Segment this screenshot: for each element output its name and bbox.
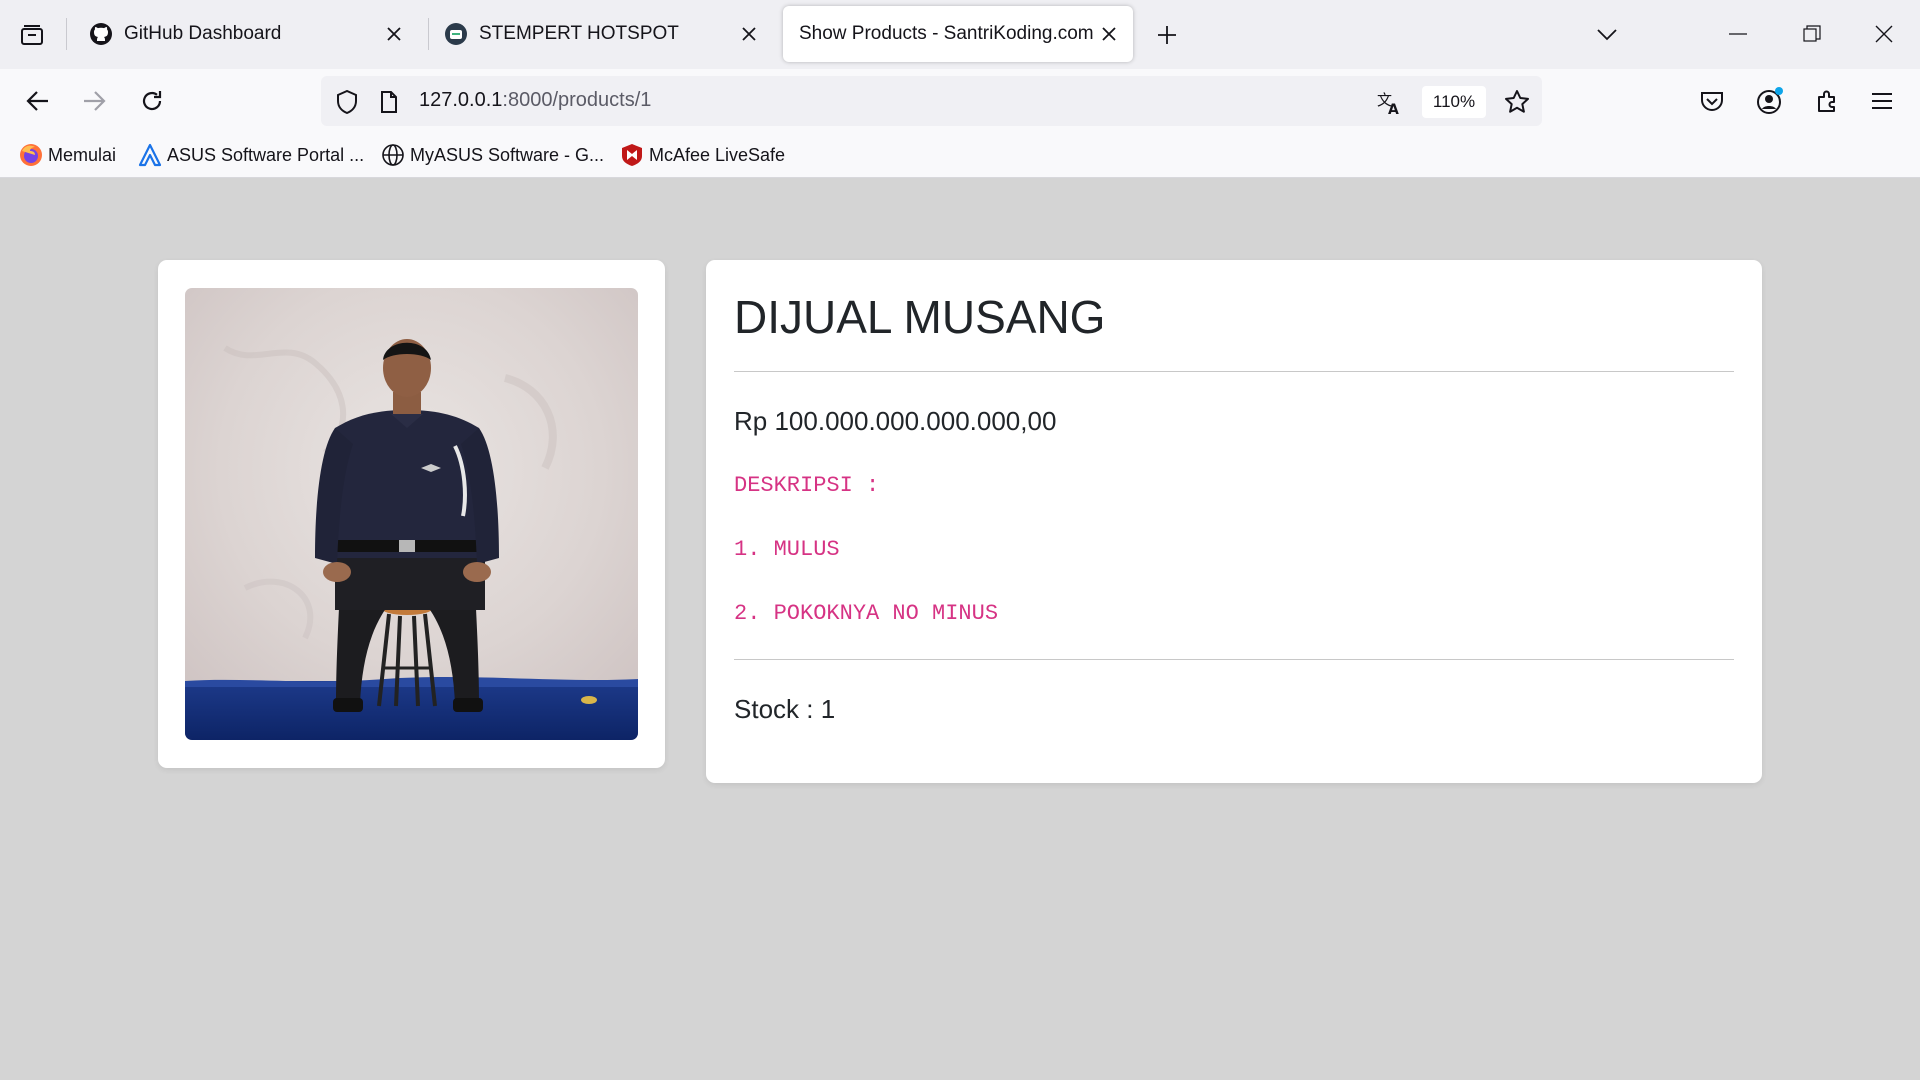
tab-strip: GitHub Dashboard STEMPERT HOTSPOT Show P… xyxy=(0,0,1920,69)
tab-separator xyxy=(66,18,67,50)
tab-stempert-hotspot[interactable]: STEMPERT HOTSPOT xyxy=(433,6,773,62)
product-photo xyxy=(185,288,638,740)
reload-icon[interactable] xyxy=(132,81,172,121)
tab-title: Show Products - SantriKoding.com xyxy=(799,23,1094,44)
svg-text:A: A xyxy=(1388,102,1399,115)
mcafee-icon xyxy=(619,142,645,168)
page-icon[interactable] xyxy=(376,89,402,115)
description-heading: DESKRIPSI : xyxy=(734,473,880,498)
account-icon[interactable] xyxy=(1750,81,1790,121)
bookmark-asus-software-portal[interactable]: ASUS Software Portal ... xyxy=(137,141,364,169)
bookmark-mcafee-livesafe[interactable]: McAfee LiveSafe xyxy=(619,141,785,169)
bookmark-memulai[interactable]: Memulai xyxy=(18,141,116,169)
close-tab-icon[interactable] xyxy=(1097,22,1121,46)
description-line: 1. MULUS xyxy=(734,537,840,562)
github-icon xyxy=(88,21,114,47)
product-stock: Stock : 1 xyxy=(734,694,836,724)
zoom-level-badge[interactable]: 110% xyxy=(1422,86,1486,118)
close-window-icon[interactable] xyxy=(1864,14,1904,54)
bookmark-myasus-software[interactable]: MyASUS Software - G... xyxy=(380,141,604,169)
hotspot-icon xyxy=(443,21,469,47)
description-line: 2. POKOKNYA NO MINUS xyxy=(734,601,999,626)
divider xyxy=(734,371,1734,372)
product-detail-card: DIJUAL MUSANG Rp 100.000.000.000.000,00 … xyxy=(706,260,1762,783)
bookmark-label: McAfee LiveSafe xyxy=(649,144,786,165)
restore-icon[interactable] xyxy=(1792,14,1832,54)
tab-title: STEMPERT HOTSPOT xyxy=(479,23,679,44)
bookmark-label: ASUS Software Portal ... xyxy=(167,144,365,165)
tab-show-products[interactable]: Show Products - SantriKoding.com xyxy=(783,6,1133,62)
bookmark-label: Memulai xyxy=(48,144,117,165)
pocket-icon[interactable] xyxy=(1692,81,1732,121)
shield-icon[interactable] xyxy=(334,89,360,115)
forward-arrow-icon[interactable] xyxy=(74,81,114,121)
firefox-view-icon[interactable] xyxy=(14,19,50,51)
close-tab-icon[interactable] xyxy=(737,22,761,46)
product-title: DIJUAL MUSANG xyxy=(734,291,1106,343)
minimize-icon[interactable] xyxy=(1718,14,1758,54)
globe-icon xyxy=(380,142,406,168)
translate-icon[interactable]: 文A xyxy=(1376,89,1402,115)
tab-separator xyxy=(428,18,429,50)
url-bar[interactable]: 127.0.0.1:8000/products/1 文A 110% xyxy=(321,76,1542,126)
star-bookmark-icon[interactable] xyxy=(1504,89,1530,115)
new-tab-plus-icon[interactable] xyxy=(1150,18,1184,52)
tab-title: GitHub Dashboard xyxy=(124,23,282,44)
url-text[interactable]: 127.0.0.1:8000/products/1 xyxy=(419,89,651,112)
asus-icon xyxy=(137,142,163,168)
back-arrow-icon[interactable] xyxy=(18,81,58,121)
close-tab-icon[interactable] xyxy=(382,22,406,46)
extensions-icon[interactable] xyxy=(1807,81,1847,121)
product-image-card xyxy=(158,260,665,768)
chevron-down-icon[interactable] xyxy=(1590,18,1624,52)
tab-github[interactable]: GitHub Dashboard xyxy=(78,6,418,62)
bookmarks-toolbar: Memulai ASUS Software Portal ... MyASUS … xyxy=(0,133,1920,178)
firefox-icon xyxy=(18,142,44,168)
product-price: Rp 100.000.000.000.000,00 xyxy=(734,406,1057,436)
hamburger-menu-icon[interactable] xyxy=(1862,81,1902,121)
divider xyxy=(734,659,1734,660)
navigation-toolbar: 127.0.0.1:8000/products/1 文A 110% xyxy=(0,69,1920,133)
bookmark-label: MyASUS Software - G... xyxy=(410,144,605,165)
